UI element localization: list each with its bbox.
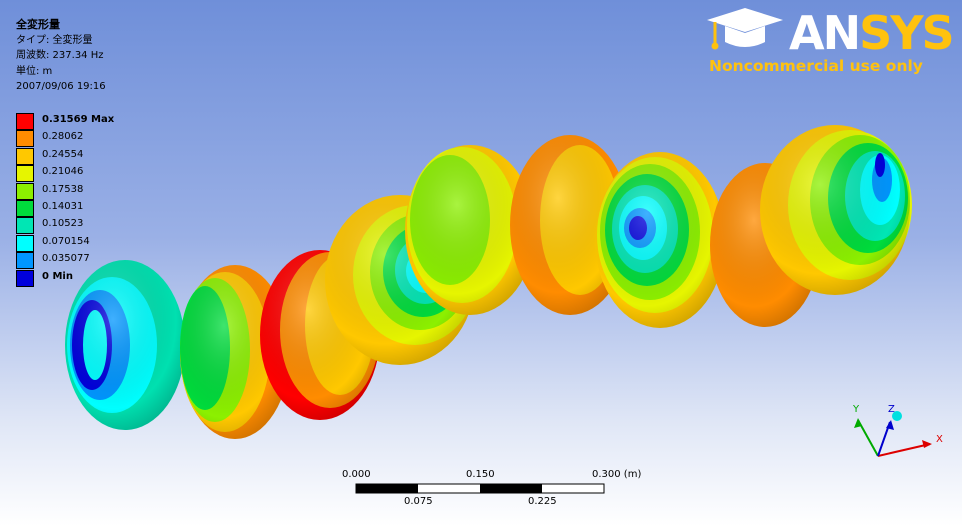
legend-swatch: [16, 200, 34, 217]
scale-label-300: 0.300 (m): [592, 469, 642, 480]
result-type: タイプ: 全変形量: [16, 34, 93, 46]
legend-swatch: [16, 182, 34, 200]
result-unit: 単位: m: [16, 65, 53, 77]
result-info: 全変形量 タイプ: 全変形量 周波数: 237.34 Hz 単位: m 2007…: [16, 17, 106, 95]
legend-swatch: [16, 130, 34, 148]
legend-label: 0.14031: [42, 201, 84, 212]
legend-label: 0.10523: [42, 218, 84, 230]
axis-triad[interactable]: Y Z X: [840, 400, 950, 470]
legend-label: 0.035077: [42, 253, 90, 265]
legend-swatch: [16, 234, 34, 252]
legend-label: 0.31569 Max: [42, 114, 115, 125]
legend-swatch: [16, 165, 34, 183]
scale-label-225: 0.225: [528, 496, 557, 507]
result-title: 全変形量: [16, 18, 60, 31]
ansys-wordmark: ANSYS: [789, 6, 955, 60]
axis-z-label: Z: [888, 404, 895, 415]
graphics-viewport[interactable]: 全変形量 タイプ: 全変形量 周波数: 237.34 Hz 単位: m 2007…: [0, 0, 962, 526]
legend-swatch: [16, 252, 34, 270]
noncommercial-tagline: Noncommercial use only: [709, 57, 923, 75]
color-legend[interactable]: 0.31569 Max 0.28062 0.24554 0.21046 0.17538 0…: [16, 113, 156, 289]
scale-bar: 0.000 0.150 0.300 (m) 0.075 0.225: [330, 465, 650, 515]
legend-label: 0.28062: [42, 131, 84, 143]
result-datetime: 2007/09/06 19:16: [16, 81, 106, 92]
axis-x-label: X: [936, 434, 943, 445]
graduation-cap-icon: [707, 8, 783, 50]
scale-label-150: 0.150: [466, 469, 495, 480]
legend-label: 0.21046: [42, 166, 84, 178]
scale-label-075: 0.075: [404, 496, 433, 507]
model-segment-7: [595, 152, 725, 328]
legend-swatch: [16, 269, 34, 287]
axis-y-label: Y: [853, 404, 860, 415]
legend-label: 0.070154: [42, 235, 90, 247]
result-frequency: 周波数: 237.34 Hz: [16, 50, 104, 61]
model-segment-9: [760, 125, 912, 295]
legend-swatch: [16, 113, 34, 130]
scale-label-0: 0.000: [342, 469, 371, 480]
legend-swatch: [16, 217, 34, 235]
legend-label: 0.24554: [42, 148, 84, 160]
legend-label: 0 Min: [42, 270, 73, 282]
legend-label: 0.17538: [42, 183, 84, 195]
ansys-logo: ANSYS Noncommercial use only: [705, 2, 955, 80]
legend-swatch: [16, 147, 34, 165]
